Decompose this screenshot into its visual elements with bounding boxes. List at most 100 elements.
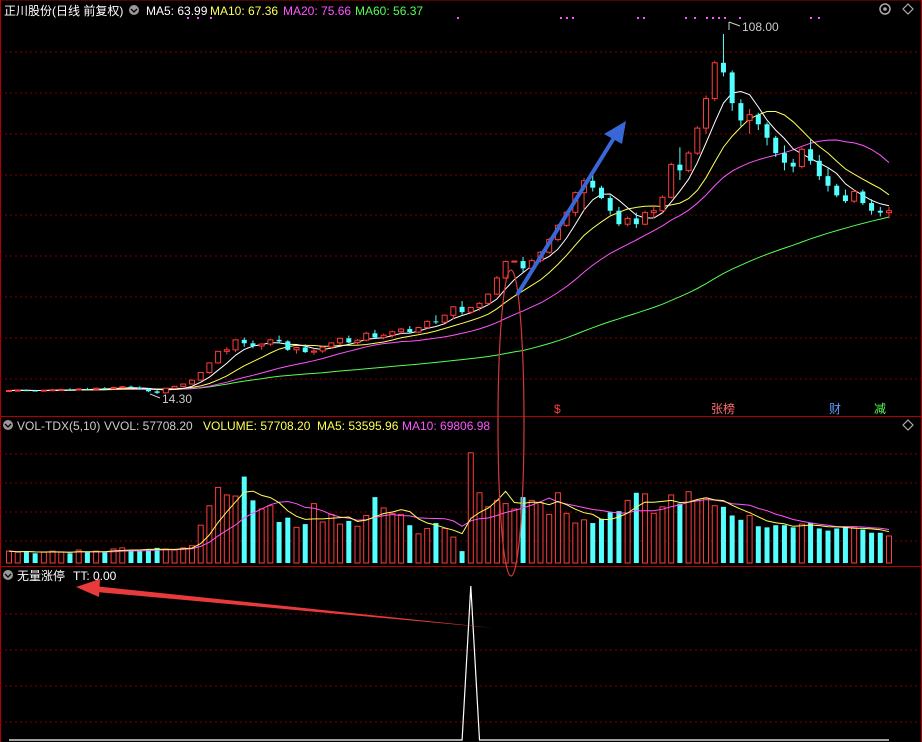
marker-dollar[interactable]: $ (554, 402, 561, 416)
volume-bar (84, 552, 90, 563)
candle-body (328, 342, 335, 348)
stock-title: 正川股份 (4, 4, 52, 18)
candle-body (808, 149, 814, 161)
volume-bar (389, 512, 396, 564)
candle-body (93, 387, 100, 390)
candle (188, 379, 195, 385)
volume-bar (441, 527, 448, 564)
candle (206, 362, 213, 374)
volume-bar (659, 506, 666, 564)
candle-body (851, 191, 858, 202)
volume-bar (825, 530, 831, 563)
candle (711, 60, 718, 102)
ma5-label: MA5: 63.99 (146, 4, 208, 18)
candle (119, 385, 126, 389)
candle-body (633, 218, 639, 225)
candle (171, 385, 178, 390)
candle-body (40, 389, 47, 392)
volume-bar (433, 523, 439, 563)
candle (441, 314, 448, 323)
candle-body (520, 261, 526, 269)
candle-body (685, 152, 692, 171)
candle-body (75, 388, 82, 391)
candle-body (467, 307, 474, 313)
volume-bar (58, 551, 65, 564)
signal-menu-icon[interactable] (3, 570, 13, 580)
volume-bar (180, 547, 187, 564)
candle-body (302, 347, 308, 353)
volume-bar (162, 548, 169, 564)
volume-bar (729, 515, 735, 563)
candle-body (720, 62, 726, 73)
candle-body (319, 346, 326, 352)
marker-reduce[interactable]: 减 (874, 402, 886, 416)
volume-bar (590, 523, 596, 563)
candle (40, 389, 47, 392)
candle-body (790, 162, 796, 167)
volume-bar (851, 526, 858, 564)
candle-body (764, 124, 770, 138)
marker-list[interactable]: 张榜 (711, 401, 735, 416)
candle-body (223, 349, 230, 352)
volume-ma5-label: MA5: 53595.96 (317, 419, 399, 433)
volume-bar (328, 513, 335, 564)
candle-body (738, 103, 744, 121)
candle (49, 389, 56, 392)
volume-bar (32, 553, 38, 563)
volume-bar (346, 520, 352, 563)
candle-body (424, 320, 431, 329)
volume-bar (703, 497, 710, 564)
candle-body (67, 389, 73, 391)
volume-bar (137, 551, 143, 563)
volume-bar (354, 525, 361, 564)
candle-body (32, 390, 38, 392)
candle-body (14, 389, 21, 392)
candle-body (58, 388, 65, 391)
volume-bar (511, 508, 518, 564)
volume-bar (276, 521, 282, 563)
volume-bar (6, 550, 12, 564)
main-menu-icon[interactable] (129, 5, 139, 15)
marker-finance[interactable]: 财 (829, 402, 841, 416)
candle (703, 95, 710, 134)
volume-menu-icon[interactable] (3, 420, 13, 430)
ma10-label: MA10: 67.36 (210, 4, 278, 18)
candle (851, 189, 858, 204)
candle-body (293, 347, 300, 351)
candle-body (128, 386, 134, 388)
volume-bar (398, 513, 405, 564)
candle-body (441, 314, 448, 323)
candle-body (798, 148, 805, 168)
candle-body (267, 339, 274, 345)
candle-body (877, 210, 883, 213)
candle-body (746, 114, 753, 121)
candle-body (354, 339, 361, 344)
volume-bar (694, 499, 701, 564)
candle-body (659, 196, 666, 212)
candle-body (110, 386, 117, 390)
volume-bar (860, 529, 866, 563)
volume-bar (319, 521, 326, 564)
volume-bar (746, 514, 753, 564)
candle (834, 183, 840, 198)
candle-body (337, 337, 344, 344)
candle-body (250, 343, 256, 346)
volume-bar (738, 519, 744, 563)
candle-body (825, 176, 831, 186)
candle (798, 147, 805, 169)
candle-body (215, 350, 222, 364)
volume-bar (642, 493, 649, 564)
candle-body (241, 339, 247, 344)
volume-bar (476, 492, 483, 564)
period-label: (日线 前复权) (52, 3, 123, 18)
candle-body (886, 210, 892, 214)
volume-bar (886, 535, 892, 564)
candle-body (346, 338, 352, 343)
volume-bar (668, 494, 675, 564)
volume-bar (302, 524, 308, 563)
candle-body (842, 195, 848, 202)
candle-body (677, 164, 683, 171)
candle (685, 151, 692, 173)
volume-bar (633, 492, 639, 563)
volume-bar (554, 492, 561, 564)
